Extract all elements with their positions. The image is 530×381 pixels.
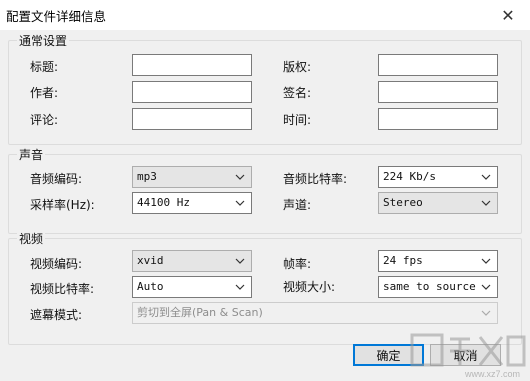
chevron-down-icon bbox=[479, 193, 493, 213]
time-field[interactable] bbox=[378, 108, 498, 130]
watermark-glyph-icon bbox=[410, 333, 526, 367]
channels-label: 声道: bbox=[283, 198, 312, 212]
general-settings-legend: 通常设置 bbox=[17, 32, 70, 49]
window-title: 配置文件详细信息 bbox=[6, 9, 107, 24]
chevron-down-icon bbox=[479, 167, 493, 187]
mask-mode-value: 剪切到全屏(Pan & Scan) bbox=[137, 306, 263, 319]
close-button[interactable]: ✕ bbox=[486, 0, 530, 30]
chevron-down-icon bbox=[479, 251, 493, 271]
close-icon: ✕ bbox=[501, 5, 515, 25]
video-size-label: 视频大小: bbox=[283, 280, 336, 294]
title-label: 标题: bbox=[30, 60, 59, 74]
channels-select[interactable]: Stereo bbox=[378, 192, 498, 214]
audio-codec-label: 音频编码: bbox=[30, 172, 83, 186]
channels-value: Stereo bbox=[383, 196, 423, 209]
copyright-field[interactable] bbox=[378, 54, 498, 76]
samplerate-select[interactable]: 44100 Hz bbox=[132, 192, 252, 214]
audio-legend: 声音 bbox=[17, 146, 46, 163]
title-bar: 配置文件详细信息 ✕ bbox=[0, 0, 530, 30]
framerate-label: 帧率: bbox=[283, 257, 312, 271]
chevron-down-icon bbox=[479, 277, 493, 297]
video-codec-select[interactable]: xvid bbox=[132, 250, 252, 272]
video-codec-label: 视频编码: bbox=[30, 257, 83, 271]
video-codec-value: xvid bbox=[137, 254, 164, 267]
framerate-value: 24 fps bbox=[383, 254, 423, 267]
samplerate-value: 44100 Hz bbox=[137, 196, 190, 209]
watermark-logo: www.xz7.com bbox=[410, 331, 528, 379]
chevron-down-icon bbox=[233, 251, 247, 271]
audio-bitrate-select[interactable]: 224 Kb/s bbox=[378, 166, 498, 188]
samplerate-label: 采样率(Hz): bbox=[30, 198, 95, 212]
audio-bitrate-label: 音频比特率: bbox=[283, 172, 348, 186]
comment-field[interactable] bbox=[132, 108, 252, 130]
chevron-down-icon bbox=[233, 193, 247, 213]
signature-label: 签名: bbox=[283, 86, 312, 100]
author-field[interactable] bbox=[132, 81, 252, 103]
watermark-text: www.xz7.com bbox=[464, 369, 520, 379]
comment-label: 评论: bbox=[30, 113, 59, 127]
framerate-select[interactable]: 24 fps bbox=[378, 250, 498, 272]
dialog-body: 通常设置 标题: 作者: 评论: 版权: 签名: 时间: 声音 音频编码: mp… bbox=[0, 30, 530, 381]
audio-codec-select[interactable]: mp3 bbox=[132, 166, 252, 188]
time-label: 时间: bbox=[283, 113, 312, 127]
video-bitrate-value: Auto bbox=[137, 280, 164, 293]
audio-bitrate-value: 224 Kb/s bbox=[383, 170, 436, 183]
chevron-down-icon bbox=[233, 167, 247, 187]
audio-codec-value: mp3 bbox=[137, 170, 157, 183]
copyright-label: 版权: bbox=[283, 60, 312, 74]
chevron-down-icon bbox=[479, 303, 493, 323]
mask-mode-label: 遮幕模式: bbox=[30, 308, 83, 322]
signature-field[interactable] bbox=[378, 81, 498, 103]
video-legend: 视频 bbox=[17, 230, 46, 247]
video-size-select[interactable]: same to source bbox=[378, 276, 498, 298]
title-field[interactable] bbox=[132, 54, 252, 76]
video-size-value: same to source bbox=[383, 280, 476, 293]
mask-mode-select: 剪切到全屏(Pan & Scan) bbox=[132, 302, 498, 324]
video-bitrate-select[interactable]: Auto bbox=[132, 276, 252, 298]
chevron-down-icon bbox=[233, 277, 247, 297]
video-bitrate-label: 视频比特率: bbox=[30, 282, 95, 296]
author-label: 作者: bbox=[30, 86, 59, 100]
